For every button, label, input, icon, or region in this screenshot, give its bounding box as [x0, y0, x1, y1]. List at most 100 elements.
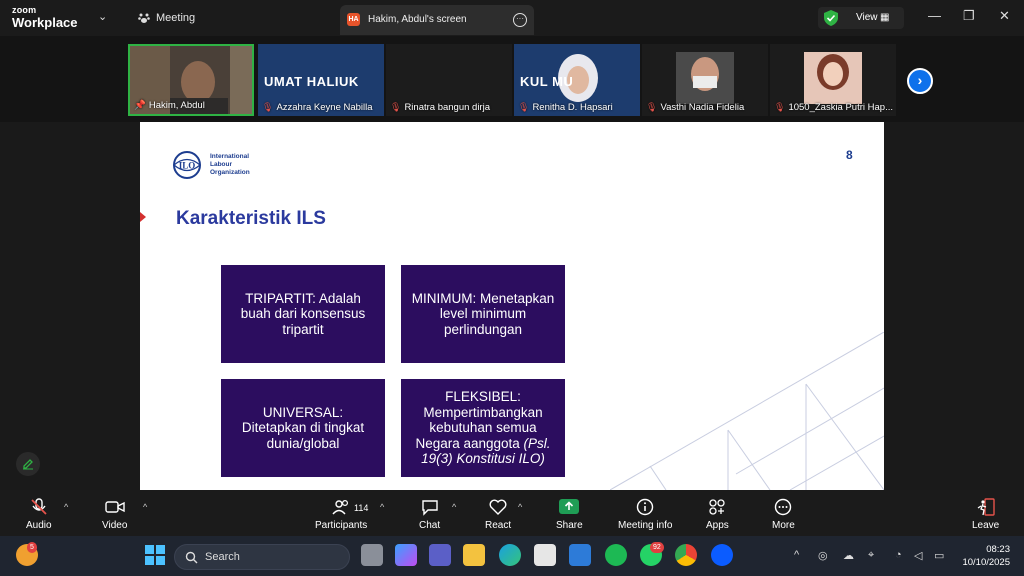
mic-off-icon: 🎙 — [518, 102, 530, 112]
participant-tile[interactable]: 📌 Hakim, Abdul — [128, 44, 254, 116]
video-camera-icon — [105, 501, 125, 513]
participant-name: 📌 Hakim, Abdul — [134, 100, 205, 111]
zoom-taskbar-icon[interactable] — [711, 544, 733, 566]
pin-icon: 📌 — [134, 100, 146, 111]
chat-icon — [421, 500, 438, 516]
more-button[interactable]: More — [772, 498, 795, 531]
tab-avatar: HA — [347, 13, 360, 26]
participant-tile[interactable]: 🎙 Vasthi Nadia Fidelia — [642, 44, 768, 116]
grid-icon: ▦ — [880, 12, 890, 23]
minimize-icon[interactable]: — — [928, 8, 941, 23]
volume-icon[interactable]: ◁ — [914, 549, 922, 562]
participant-name: 🎙 Renitha D. Hapsari — [518, 102, 613, 113]
tray-chevron-icon[interactable]: ^ — [794, 549, 799, 561]
org-name-line: International — [210, 153, 250, 160]
audio-options-caret[interactable]: ^ — [64, 502, 68, 512]
taskbar-search[interactable]: Search — [174, 544, 350, 570]
leave-icon — [977, 498, 995, 516]
screen-share-tab[interactable]: HA Hakim, Abdul's screen ··· — [340, 5, 534, 35]
info-icon — [637, 498, 654, 516]
org-name: International Labour Organization — [210, 153, 250, 177]
cloud-icon[interactable]: ☁ — [843, 549, 854, 562]
teams-icon[interactable] — [429, 544, 451, 566]
search-icon — [185, 551, 198, 564]
chat-options-caret[interactable]: ^ — [452, 502, 456, 512]
brand-workplace: Workplace — [12, 15, 78, 30]
tray-app-icon[interactable]: ◎ — [818, 549, 828, 562]
title-bar: zoom Workplace ⌄ Meeting HA Hakim, Abdul… — [0, 0, 1024, 36]
meeting-info-button[interactable]: Meeting info — [618, 498, 672, 531]
participant-banner-text: UMAT HALIUK — [264, 74, 359, 89]
close-icon[interactable]: ✕ — [999, 8, 1010, 24]
react-button[interactable]: React — [485, 498, 511, 531]
paw-icon — [138, 13, 150, 23]
taskbar-clock[interactable]: 08:23 10/10/2025 — [958, 543, 1010, 569]
org-name-line: Labour — [210, 161, 233, 168]
participants-icon — [332, 499, 349, 515]
meeting-tab[interactable]: Meeting — [138, 12, 195, 24]
location-icon[interactable]: ⌖ — [868, 549, 874, 562]
info-card-universal: UNIVERSAL: Ditetapkan di tingkat dunia/g… — [221, 379, 385, 477]
apps-button[interactable]: Apps — [706, 498, 729, 531]
file-explorer-icon[interactable] — [463, 544, 485, 566]
apps-label: Apps — [706, 520, 729, 531]
video-button[interactable]: Video — [102, 498, 127, 531]
participant-name: 🎙 Rinatra bangun dirja — [390, 102, 490, 113]
participants-options-caret[interactable]: ^ — [380, 502, 384, 512]
clock-date: 10/10/2025 — [962, 557, 1010, 568]
mic-off-icon: 🎙 — [774, 102, 786, 112]
pencil-icon — [23, 459, 33, 470]
view-button[interactable]: View ▦ — [818, 7, 904, 29]
chevron-down-icon[interactable]: ⌄ — [98, 10, 107, 23]
more-options-icon[interactable]: ··· — [513, 13, 527, 27]
clock-time: 08:23 — [986, 544, 1010, 555]
card-text: FLEKSIBEL: Mempertimbangkan kebutuhan se… — [415, 389, 551, 467]
whatsapp-badge: 92 — [650, 542, 664, 553]
participant-tile[interactable]: KUL MU 🎙 Renitha D. Hapsari — [514, 44, 640, 116]
app-brand: zoom Workplace — [12, 5, 78, 30]
annotate-button[interactable] — [16, 452, 40, 476]
info-card-fleksibel: FLEKSIBEL: Mempertimbangkan kebutuhan se… — [401, 379, 565, 477]
start-icon[interactable] — [144, 544, 166, 566]
brand-zoom: zoom — [12, 5, 37, 15]
mic-off-icon: 🎙 — [390, 102, 402, 112]
restore-icon[interactable]: ❐ — [963, 8, 975, 24]
audio-button[interactable]: Audio — [26, 498, 52, 531]
participant-tile[interactable]: UMAT HALIUK 🎙 Azzahra Keyne Nabilla — [258, 44, 384, 116]
participant-tile[interactable]: 🎙 Rinatra bangun dirja — [386, 44, 512, 116]
info-card-minimum: MINIMUM: Menetapkan level minimum perlin… — [401, 265, 565, 363]
chat-label: Chat — [419, 520, 441, 531]
presentation-slide: ILO International Labour Organization 8 … — [140, 122, 884, 490]
share-screen-icon — [559, 499, 580, 514]
tab-title: Hakim, Abdul's screen — [368, 14, 467, 25]
meeting-tab-label: Meeting — [156, 12, 196, 24]
info-card-tripartit: TRIPARTIT: Adalah buah dari konsensus tr… — [221, 265, 385, 363]
meeting-info-label: Meeting info — [618, 520, 673, 531]
leave-button[interactable]: Leave — [972, 498, 999, 531]
task-view-icon[interactable] — [361, 544, 383, 566]
spotify-icon[interactable] — [605, 544, 627, 566]
chat-button[interactable]: Chat — [419, 498, 440, 531]
slide-title-marker — [140, 212, 146, 222]
meeting-toolbar: Audio ^ Video ^ Participants 114 ^ Chat … — [0, 490, 1024, 536]
wifi-icon[interactable]: ◔ — [895, 549, 902, 561]
mic-off-icon: 🎙 — [262, 102, 274, 112]
chrome-icon[interactable] — [675, 544, 697, 566]
app-icon[interactable] — [569, 544, 591, 566]
battery-icon[interactable]: ▭ — [934, 549, 944, 562]
participant-name: 🎙 Azzahra Keyne Nabilla — [262, 102, 373, 113]
store-icon[interactable] — [534, 544, 556, 566]
copilot-icon[interactable] — [395, 544, 417, 566]
share-label: Share — [556, 520, 583, 531]
participants-label: Participants — [315, 520, 368, 531]
view-label: View — [856, 12, 878, 23]
share-button[interactable]: Share — [556, 498, 583, 531]
participant-tile[interactable]: 🎙 1050_Zaskia Putri Hap... — [770, 44, 896, 116]
participant-name: 🎙 1050_Zaskia Putri Hap... — [774, 102, 893, 113]
next-page-button[interactable]: › — [907, 68, 933, 94]
audio-label: Audio — [26, 520, 52, 531]
video-options-caret[interactable]: ^ — [143, 502, 147, 512]
edge-icon[interactable] — [499, 544, 521, 566]
participant-banner-text: KUL MU — [520, 74, 574, 89]
react-options-caret[interactable]: ^ — [518, 502, 522, 512]
